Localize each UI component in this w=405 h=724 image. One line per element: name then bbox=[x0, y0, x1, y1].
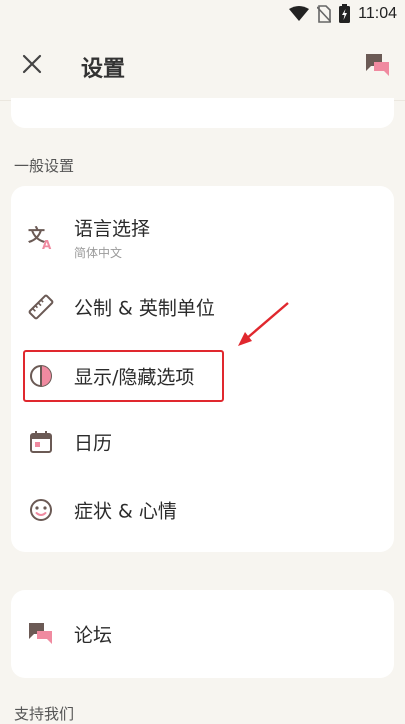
highlight-box bbox=[23, 350, 224, 402]
units-label: 公制 & 英制单位 bbox=[74, 297, 215, 320]
battery-charging-icon bbox=[339, 4, 351, 23]
mood-row[interactable]: 症状 & 心情 bbox=[11, 478, 394, 542]
section-label-general: 一般设置 bbox=[14, 157, 75, 175]
section-label-support: 支持我们 bbox=[14, 705, 75, 723]
mood-icon bbox=[30, 499, 52, 521]
mood-label: 症状 & 心情 bbox=[74, 500, 177, 523]
close-icon[interactable] bbox=[18, 50, 46, 78]
calendar-icon bbox=[30, 431, 52, 453]
annotation-arrow-icon bbox=[238, 302, 289, 346]
forum-icon[interactable] bbox=[363, 50, 393, 80]
svg-text:A: A bbox=[42, 238, 52, 250]
previous-settings-card bbox=[11, 98, 394, 128]
app-bar: 设置 bbox=[0, 32, 405, 101]
status-bar: 11:04 bbox=[0, 0, 405, 32]
forum-card: 论坛 bbox=[11, 590, 394, 678]
page-title: 设置 bbox=[81, 57, 126, 82]
status-icons: 11:04 bbox=[289, 4, 397, 23]
language-value: 简体中文 bbox=[74, 246, 123, 260]
calendar-label: 日历 bbox=[74, 432, 113, 455]
translate-icon: 文 A bbox=[28, 225, 52, 250]
ruler-icon bbox=[28, 294, 54, 320]
forum-row[interactable]: 论坛 bbox=[11, 602, 394, 666]
wifi-icon bbox=[289, 5, 310, 21]
forum-label: 论坛 bbox=[74, 624, 113, 647]
clock: 11:04 bbox=[358, 4, 397, 22]
calendar-row[interactable]: 日历 bbox=[11, 410, 394, 474]
language-label: 语言选择 bbox=[74, 218, 151, 240]
no-sim-icon bbox=[317, 4, 332, 23]
forum-icon bbox=[29, 623, 52, 644]
units-row[interactable]: 公制 & 英制单位 bbox=[11, 275, 394, 339]
language-row[interactable]: 文 A 语言选择 简体中文 bbox=[11, 204, 394, 268]
